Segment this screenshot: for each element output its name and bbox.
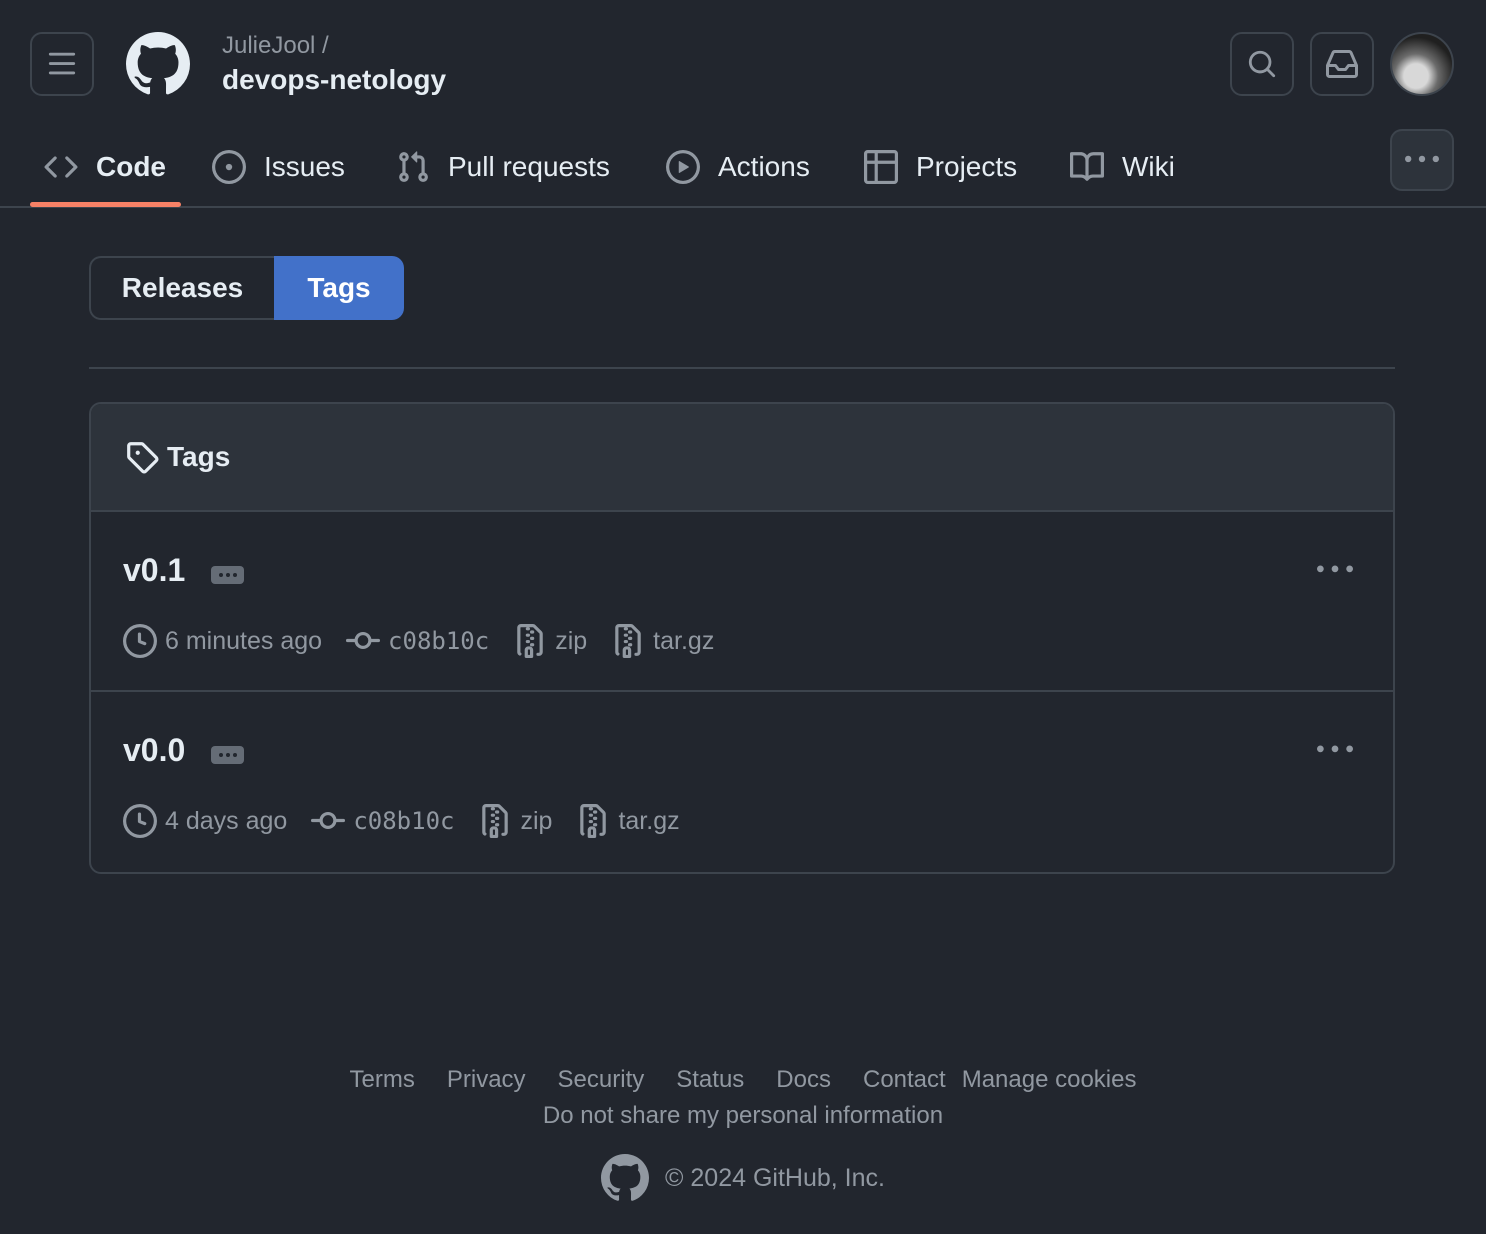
footer-copyright: © 2024 GitHub, Inc.: [0, 1154, 1486, 1202]
expand-message-button[interactable]: [211, 745, 245, 764]
tag-meta: 4 days ago c08b10c zip tar.gz: [123, 804, 704, 838]
expand-message-button[interactable]: [211, 565, 245, 584]
tab-wiki-label: Wiki: [1122, 151, 1175, 182]
github-logo-icon[interactable]: [126, 32, 190, 96]
tag-row: v0.0 4 days ago c08b10c zip tar.gz: [91, 692, 1393, 872]
active-tab-indicator: [30, 202, 181, 207]
footer-security-link[interactable]: Security: [558, 1066, 645, 1094]
targz-link[interactable]: tar.gz: [618, 807, 679, 836]
github-mark-icon[interactable]: [601, 1154, 650, 1202]
file-zip-icon: [580, 804, 607, 838]
file-zip-icon: [615, 624, 641, 658]
git-commit-icon: [346, 631, 381, 649]
repo-name-link[interactable]: devops-netology: [222, 64, 446, 96]
footer-manage-cookies-link[interactable]: Manage cookies: [962, 1066, 1137, 1094]
copyright-text: © 2024 GitHub, Inc.: [665, 1163, 885, 1192]
tag-commit[interactable]: c08b10c: [311, 804, 454, 838]
footer-privacy-link[interactable]: Privacy: [447, 1066, 526, 1094]
download-zip[interactable]: zip: [478, 804, 552, 838]
file-zip-icon: [482, 804, 509, 838]
tab-pull-requests-label: Pull requests: [448, 151, 610, 182]
user-avatar[interactable]: [1390, 32, 1454, 96]
repo-navigation: Code Issues Pull requests Actions Projec…: [0, 128, 1486, 208]
tag-meta: 6 minutes ago c08b10c zip tar.gz: [123, 624, 738, 658]
tag-time-text: 6 minutes ago: [165, 626, 323, 655]
footer-status-link[interactable]: Status: [676, 1066, 744, 1094]
kebab-horizontal-icon: [1405, 155, 1439, 163]
download-zip[interactable]: zip: [513, 624, 587, 658]
commit-sha-link[interactable]: c08b10c: [353, 807, 454, 835]
tags-box-header: Tags: [91, 404, 1393, 512]
tab-issues[interactable]: Issues: [212, 128, 345, 206]
tag-name-group: v0.0: [123, 732, 245, 769]
hamburger-icon: [48, 52, 76, 75]
tag-options-button[interactable]: [1317, 732, 1353, 768]
tag-name-group: v0.1: [123, 552, 245, 589]
tab-projects[interactable]: Projects: [864, 128, 1017, 206]
search-icon: [1248, 50, 1276, 78]
issue-opened-icon: [212, 150, 246, 184]
tab-code[interactable]: Code: [44, 128, 166, 206]
footer-terms-link[interactable]: Terms: [350, 1066, 415, 1094]
tag-row: v0.1 6 minutes ago c08b10c zip tar.gz: [91, 512, 1393, 692]
tab-actions[interactable]: Actions: [666, 128, 810, 206]
tab-wiki[interactable]: Wiki: [1070, 128, 1175, 206]
tab-pull-requests[interactable]: Pull requests: [396, 128, 610, 206]
git-pull-request-icon: [399, 151, 428, 182]
git-commit-icon: [311, 811, 346, 829]
top-header: JulieJool / devops-netology: [0, 0, 1486, 128]
tag-commit[interactable]: c08b10c: [346, 624, 489, 658]
play-icon: [666, 150, 700, 184]
zip-link[interactable]: zip: [555, 627, 587, 656]
tag-name-link[interactable]: v0.1: [123, 552, 185, 589]
book-icon: [1070, 152, 1104, 181]
footer-contact-link[interactable]: Contact: [863, 1066, 946, 1094]
download-targz[interactable]: tar.gz: [576, 804, 680, 838]
releases-tags-switch: Releases Tags: [89, 256, 404, 320]
inbox-icon: [1326, 50, 1358, 78]
tag-name-link[interactable]: v0.0: [123, 732, 185, 769]
targz-link[interactable]: tar.gz: [653, 627, 714, 656]
code-icon: [44, 156, 78, 178]
section-divider: [89, 367, 1395, 369]
file-zip-icon: [517, 624, 543, 658]
kebab-horizontal-icon: [1317, 565, 1353, 573]
menu-button[interactable]: [30, 32, 94, 96]
tag-options-button[interactable]: [1317, 552, 1353, 588]
tab-code-label: Code: [96, 151, 166, 182]
tags-tab[interactable]: Tags: [274, 256, 404, 320]
tab-issues-label: Issues: [264, 151, 345, 182]
download-targz[interactable]: tar.gz: [611, 624, 714, 658]
tag-icon: [127, 442, 159, 474]
tag-time-text: 4 days ago: [165, 806, 288, 835]
clock-icon: [123, 624, 157, 658]
repo-owner-link[interactable]: JulieJool /: [222, 32, 329, 60]
tab-actions-label: Actions: [718, 151, 810, 182]
tags-list-box: Tags v0.1 6 minutes ago c08b10c zip tar.…: [89, 402, 1395, 874]
tag-time: 6 minutes ago: [123, 624, 322, 658]
tags-box-title: Tags: [167, 441, 231, 472]
inbox-button[interactable]: [1310, 32, 1374, 96]
commit-sha-link[interactable]: c08b10c: [388, 627, 489, 655]
tab-projects-label: Projects: [916, 151, 1018, 182]
footer-do-not-share-link[interactable]: Do not share my personal information: [0, 1102, 1486, 1130]
footer-links: Terms Privacy Security Status Docs Conta…: [0, 1066, 1486, 1094]
more-tabs-button[interactable]: [1390, 129, 1454, 191]
releases-tab[interactable]: Releases: [89, 256, 274, 320]
search-button[interactable]: [1230, 32, 1294, 96]
tag-time: 4 days ago: [123, 804, 287, 838]
zip-link[interactable]: zip: [520, 807, 552, 836]
footer-docs-link[interactable]: Docs: [776, 1066, 831, 1094]
kebab-horizontal-icon: [1317, 745, 1353, 753]
table-icon: [864, 150, 898, 184]
clock-icon: [123, 804, 157, 838]
